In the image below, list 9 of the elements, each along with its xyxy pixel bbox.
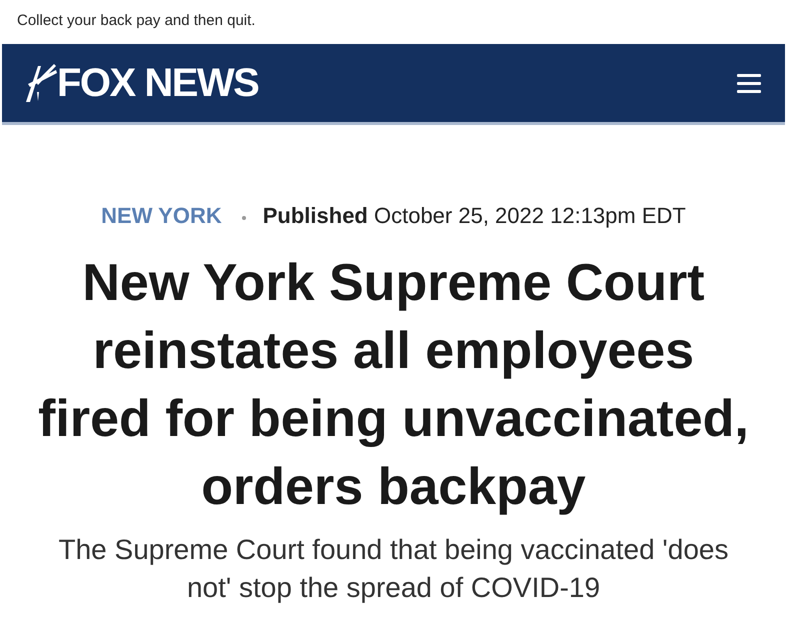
article-subtitle: The Supreme Court found that being vaccinated 'does not' stop the spread of COVID-19 [58, 533, 730, 605]
publish-date: Published October 25, 2022 12:13pm EDT [262, 203, 686, 229]
location-link[interactable]: NEW YORK [101, 203, 222, 229]
logo-mark-icon [24, 62, 58, 104]
post-caption: Collect your back pay and then quit. [17, 12, 256, 29]
separator-dot-icon [242, 216, 246, 220]
site-logo[interactable]: FOX NEWS [57, 61, 258, 105]
article-headline: New York Supreme Court reinstates all employees fired for being unvaccinated, orders backpay [38, 253, 750, 518]
menu-icon[interactable] [737, 74, 761, 92]
